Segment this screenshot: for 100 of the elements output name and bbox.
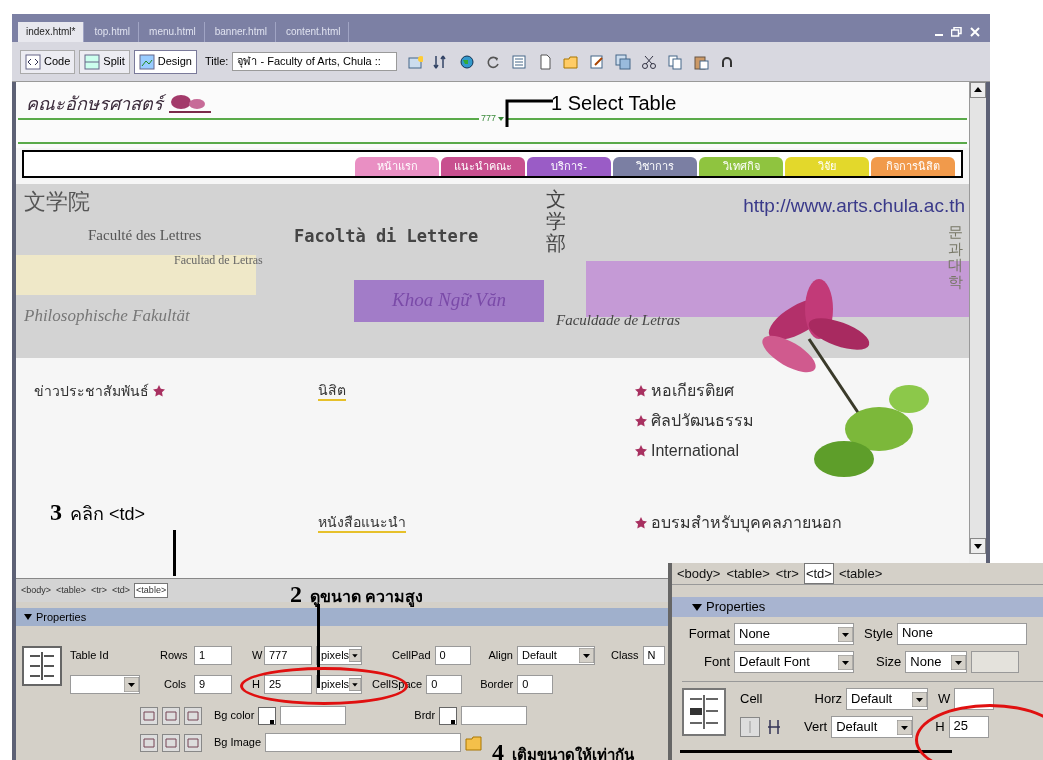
cell-height-icon <box>184 706 202 725</box>
view-options-icon <box>511 53 528 70</box>
document-tab[interactable]: index.html* <box>18 22 85 42</box>
tag-selector-item[interactable]: <table> <box>55 583 88 598</box>
new-document-icon <box>537 53 554 70</box>
minimize-icon <box>935 34 943 36</box>
clear-widths-icon <box>162 733 180 752</box>
dropdown[interactable]: pixels <box>316 675 362 694</box>
view-button[interactable]: Design <box>133 49 197 74</box>
dropdown-arrow-icon <box>838 626 853 642</box>
bg-image-field[interactable] <box>265 733 462 752</box>
nav-tab[interactable]: วิชาการ <box>613 157 697 176</box>
font-dropdown[interactable]: Default Font <box>734 651 854 673</box>
star-icon <box>634 516 648 530</box>
banner-text: 文学院 <box>24 188 91 216</box>
table-icon <box>22 646 62 686</box>
dropdown[interactable]: pixels <box>316 646 362 665</box>
field-label: Vert <box>804 718 828 737</box>
dropdown[interactable]: Default <box>517 646 595 665</box>
width-field[interactable] <box>954 688 995 710</box>
nav-tab[interactable]: แนะนำคณะ <box>441 157 525 176</box>
clear-heights-icon <box>140 733 158 752</box>
tag-selector-item[interactable]: <body> <box>20 583 53 598</box>
annotation-text: คลิก <td> <box>70 503 146 526</box>
close-icon <box>970 27 980 37</box>
table-id-dropdown[interactable] <box>70 675 140 694</box>
tag-selector-item[interactable]: <table> <box>725 563 771 584</box>
cut-icon <box>641 53 658 70</box>
input-field[interactable]: 1 <box>194 646 232 665</box>
content-link[interactable]: International <box>651 439 740 463</box>
field-label: Cell <box>740 690 764 709</box>
annotation-text: ดูขนาด ความสูง <box>310 587 424 609</box>
star-icon <box>152 384 166 398</box>
input-field[interactable]: N <box>642 646 665 665</box>
format-dropdown[interactable]: None <box>734 623 854 645</box>
content-link[interactable]: ศิลปวัฒนธรรม <box>651 409 754 433</box>
globe-icon <box>459 53 476 70</box>
tag-selector-item[interactable]: <body> <box>676 563 722 584</box>
folder-icon <box>465 734 484 751</box>
collapse-triangle-icon <box>24 613 32 621</box>
field-label: Cols <box>164 677 187 693</box>
vertical-align-dropdown[interactable]: Default <box>831 716 914 738</box>
input-field[interactable]: 25 <box>264 675 312 694</box>
tag-selector-item[interactable]: <td> <box>111 583 132 598</box>
scroll-up-icon <box>970 82 986 98</box>
dropdown-arrow-icon <box>579 648 594 663</box>
step-number: 4 <box>492 738 504 760</box>
view-icon <box>84 53 101 70</box>
tag-selector-item[interactable]: <table> <box>134 582 169 599</box>
split-cell-icon <box>740 717 760 737</box>
tag-selector-item[interactable]: <table> <box>837 563 884 584</box>
horizontal-align-dropdown[interactable]: Default <box>846 688 928 710</box>
input-field[interactable]: 9 <box>194 675 232 694</box>
vertical-scrollbar[interactable] <box>969 82 986 554</box>
banner-text: http://www.arts.chula.ac.th <box>743 194 966 218</box>
size-dropdown[interactable]: None <box>905 651 968 673</box>
bg-color-field[interactable] <box>280 706 347 725</box>
content-link[interactable]: หนังสือแนะนำ <box>318 513 406 533</box>
preview-icon <box>407 53 424 70</box>
view-icon <box>138 53 155 70</box>
input-field[interactable]: 0 <box>426 675 463 694</box>
content-link[interactable]: หอเกียรติยศ <box>651 379 734 403</box>
view-button[interactable]: Split <box>79 49 130 74</box>
nav-tab[interactable]: บริการ- <box>527 157 611 176</box>
height-field[interactable]: 25 <box>948 716 989 738</box>
field-label: Format <box>687 625 730 644</box>
tag-selector-item[interactable]: <tr> <box>90 583 109 598</box>
panel-header[interactable]: Properties <box>672 597 1043 617</box>
flower-logo-icon <box>167 92 213 114</box>
input-field[interactable]: 777 <box>264 646 312 665</box>
annotation-text: เติมขนาดให้เท่ากัน <box>512 745 634 760</box>
tag-selector-item[interactable]: <td> <box>803 562 834 585</box>
field-label: Table Id <box>70 648 110 664</box>
color-swatch-icon <box>258 706 277 725</box>
view-icon <box>25 53 41 70</box>
border-color-field[interactable] <box>461 706 528 725</box>
content-link[interactable]: อบรมสำหรับบุคคลภายนอก <box>651 511 842 535</box>
input-field[interactable]: 0 <box>517 675 554 694</box>
content-link[interactable]: นิสิต <box>318 381 346 401</box>
field-label: H <box>935 718 945 737</box>
dropdown-arrow-icon <box>349 648 361 663</box>
input-field[interactable]: 0 <box>434 646 471 665</box>
merge-cells-icon <box>140 706 158 725</box>
cell-icon <box>682 688 726 736</box>
field-label: Align <box>488 648 513 664</box>
title-field[interactable]: จุฬา - Faculty of Arts, Chula :: <box>232 52 398 71</box>
table-width-label: 777 <box>481 113 496 124</box>
style-field[interactable]: None <box>896 623 1027 645</box>
star-icon <box>634 414 648 428</box>
color-swatch-icon <box>439 706 458 725</box>
field-label: Bg Image <box>214 735 262 751</box>
view-button[interactable]: Code <box>20 49 76 74</box>
dropdown-arrow-icon <box>951 654 967 670</box>
field-label: Brdr <box>414 708 436 724</box>
step-number: 2 <box>290 580 302 609</box>
paste-icon <box>693 53 710 70</box>
color-field[interactable] <box>971 651 1020 673</box>
tag-selector-item[interactable]: <tr> <box>774 563 800 584</box>
dropdown-arrow-icon <box>838 654 853 670</box>
dropdown-arrow-icon <box>498 116 504 121</box>
